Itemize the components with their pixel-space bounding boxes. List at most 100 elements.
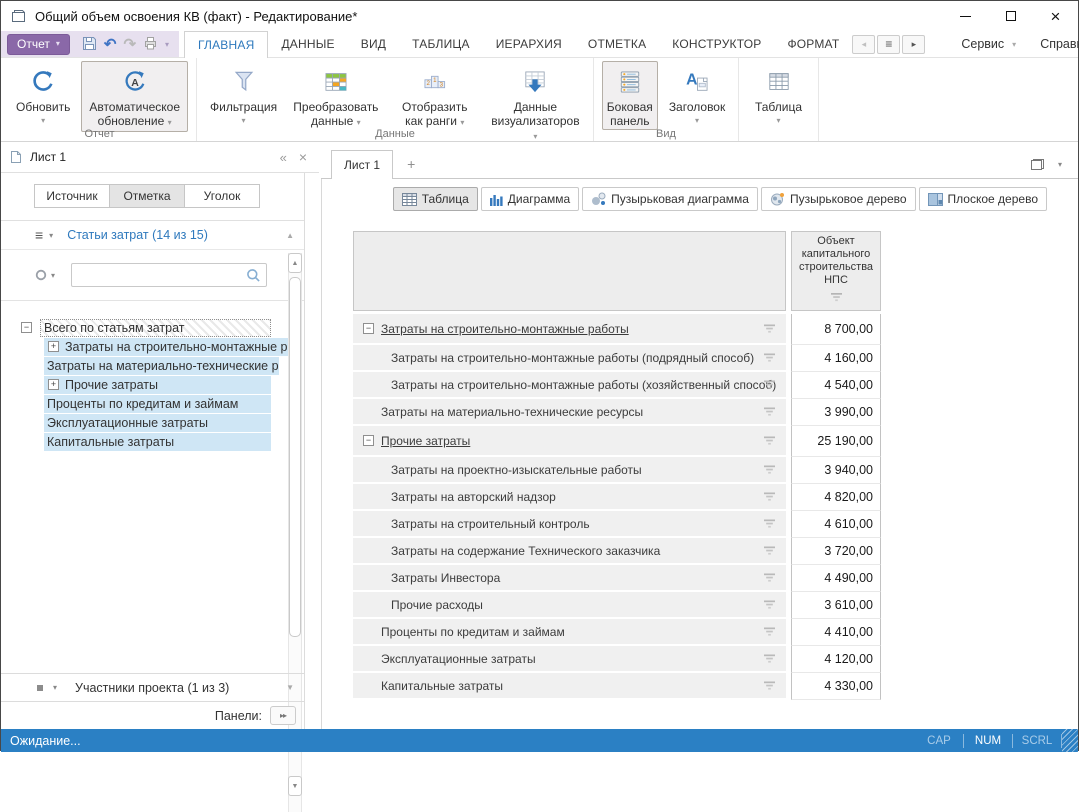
row-filter-icon[interactable] (763, 379, 776, 390)
close-button[interactable]: × (1033, 1, 1078, 31)
row-label-cell[interactable]: −Прочие затраты (353, 426, 786, 455)
tree-expander-icon[interactable]: − (21, 322, 32, 333)
tab-konstruktor[interactable]: КОНСТРУКТОР (659, 31, 774, 57)
row-filter-icon[interactable] (763, 653, 776, 664)
row-filter-icon[interactable] (763, 626, 776, 637)
row-value-cell[interactable]: 3 720,00 (791, 538, 881, 565)
maximize-button[interactable] (988, 1, 1033, 31)
row-label-cell[interactable]: Затраты на проектно-изыскательные работы (353, 457, 786, 482)
row-label-cell[interactable]: Затраты на авторский надзор (353, 484, 786, 509)
scroll-tabs-left-icon[interactable]: ◂ (852, 35, 875, 54)
row-label-cell[interactable]: Затраты Инвестора (353, 565, 786, 590)
chevron-down-icon[interactable]: ▾ (53, 683, 57, 692)
expand-section-icon[interactable]: ▼ (286, 683, 294, 692)
row-filter-icon[interactable] (763, 572, 776, 583)
tab-list-menu-icon[interactable]: ≡ (877, 35, 900, 54)
tree-item[interactable]: +Прочие затраты (1, 375, 271, 394)
row-label-cell[interactable]: Затраты на материально-технические ресур… (353, 399, 786, 424)
scroll-down-icon[interactable]: ▼ (288, 776, 302, 796)
dimension-title[interactable]: Статьи затрат (14 из 15) (67, 228, 208, 242)
row-filter-icon[interactable] (763, 545, 776, 556)
row-label-cell[interactable]: Затраты на содержание Технического заказ… (353, 538, 786, 563)
row-label-cell[interactable]: −Затраты на строительно-монтажные работы (353, 314, 786, 343)
row-label-cell[interactable]: Затраты на строительно-монтажные работы … (353, 345, 786, 370)
row-label-cell[interactable]: Затраты на строительно-монтажные работы … (353, 372, 786, 397)
column-filter-icon[interactable] (830, 292, 843, 307)
report-menu-button[interactable]: Отчет ▾ (7, 34, 70, 55)
row-label-cell[interactable]: Капитальные затраты (353, 673, 786, 698)
tree-item[interactable]: Затраты на материально-технические р (1, 356, 271, 375)
tree-item[interactable]: −Всего по статьям затрат (1, 318, 271, 337)
filtering-button[interactable]: Фильтрация ▾ (205, 61, 282, 130)
tree-expander-icon[interactable]: + (48, 379, 59, 390)
criteria-selector[interactable]: ▾ (35, 269, 55, 281)
header-button[interactable]: A Заголовок ▾ (664, 61, 730, 130)
row-filter-icon[interactable] (763, 491, 776, 502)
row-value-cell[interactable]: 3 990,00 (791, 399, 881, 426)
row-value-cell[interactable]: 3 940,00 (791, 457, 881, 484)
table-button[interactable]: Таблица ▾ (750, 61, 807, 130)
row-filter-icon[interactable] (763, 680, 776, 691)
row-filter-icon[interactable] (763, 435, 776, 446)
row-value-cell[interactable]: 4 330,00 (791, 673, 881, 700)
row-label-cell[interactable]: Прочие расходы (353, 592, 786, 617)
view-button-table[interactable]: Таблица (393, 187, 478, 211)
collapse-section-icon[interactable]: ▲ (286, 231, 294, 240)
auto-refresh-button[interactable]: A Автоматическое обновление ▾ (81, 61, 188, 132)
row-filter-icon[interactable] (763, 518, 776, 529)
row-value-cell[interactable]: 4 160,00 (791, 345, 881, 372)
tree-expander-icon[interactable]: + (48, 341, 59, 352)
row-value-cell[interactable]: 3 610,00 (791, 592, 881, 619)
chevron-down-icon[interactable]: ▾ (165, 40, 169, 49)
grid-corner-cell[interactable] (353, 231, 786, 311)
chevron-down-icon[interactable]: ▾ (49, 231, 53, 240)
service-menu[interactable]: Сервис ▾ (949, 37, 1028, 51)
cascade-windows-icon[interactable] (1031, 159, 1044, 170)
panels-expand-icon[interactable]: ▸▸ (270, 706, 296, 725)
row-filter-icon[interactable] (763, 464, 776, 475)
tree-item[interactable]: Проценты по кредитам и займам (1, 394, 271, 413)
transform-data-button[interactable]: Преобразовать данные ▾ (288, 61, 384, 132)
sidebar-tab-istochnik[interactable]: Источник (34, 184, 110, 208)
participants-section-header[interactable]: ▾ Участники проекта (1 из 3) ▼ (1, 673, 304, 701)
tree-item[interactable]: Капитальные затраты (1, 432, 271, 451)
save-icon[interactable] (82, 36, 97, 53)
view-button-bar-chart[interactable]: Диаграмма (481, 187, 579, 211)
row-value-cell[interactable]: 4 540,00 (791, 372, 881, 399)
tree-item[interactable]: +Затраты на строительно-монтажные ра (1, 337, 271, 356)
tree-search-input[interactable] (72, 265, 246, 285)
row-filter-icon[interactable] (763, 323, 776, 334)
row-value-cell[interactable]: 4 120,00 (791, 646, 881, 673)
tab-dannye[interactable]: ДАННЫЕ (268, 31, 347, 57)
sidebar-tab-otmetka[interactable]: Отметка (109, 184, 185, 208)
tab-tablitsa[interactable]: ТАБЛИЦА (399, 31, 483, 57)
chevron-down-icon[interactable]: ▾ (1058, 160, 1062, 169)
row-label-link[interactable]: Прочие затраты (381, 434, 470, 448)
dimension-header[interactable]: ≡ ▾ Статьи затрат (14 из 15) ▲ (1, 220, 304, 250)
tab-ierarhiya[interactable]: ИЕРАРХИЯ (483, 31, 575, 57)
close-panel-icon[interactable]: × (295, 149, 311, 165)
row-value-cell[interactable]: 4 490,00 (791, 565, 881, 592)
row-value-cell[interactable]: 8 700,00 (791, 314, 881, 345)
row-value-cell[interactable]: 4 410,00 (791, 619, 881, 646)
view-button-bubble-tree[interactable]: Пузырьковое дерево (761, 187, 916, 211)
scrollbar-thumb[interactable] (289, 277, 301, 637)
grid-column-header[interactable]: Объект капитального строительства НПС (791, 231, 881, 311)
collapse-panel-icon[interactable]: « (272, 150, 295, 165)
participants-title[interactable]: Участники проекта (1 из 3) (75, 681, 229, 695)
tab-vid[interactable]: ВИД (348, 31, 399, 57)
row-label-link[interactable]: Затраты на строительно-монтажные работы (381, 322, 629, 336)
view-button-bubble-chart[interactable]: Пузырьковая диаграмма (582, 187, 758, 211)
tab-format[interactable]: ФОРМАТ (774, 31, 852, 57)
row-expander-icon[interactable]: − (363, 435, 374, 446)
minimize-button[interactable] (943, 1, 988, 31)
search-icon[interactable] (246, 268, 261, 283)
hamburger-icon[interactable]: ≡ (35, 227, 43, 243)
scroll-tabs-right-icon[interactable]: ▸ (902, 35, 925, 54)
row-filter-icon[interactable] (763, 599, 776, 610)
row-label-cell[interactable]: Эксплуатационные затраты (353, 646, 786, 671)
row-expander-icon[interactable]: − (363, 323, 374, 334)
row-value-cell[interactable]: 25 190,00 (791, 426, 881, 457)
scroll-up-icon[interactable]: ▲ (288, 253, 302, 273)
row-filter-icon[interactable] (763, 352, 776, 363)
